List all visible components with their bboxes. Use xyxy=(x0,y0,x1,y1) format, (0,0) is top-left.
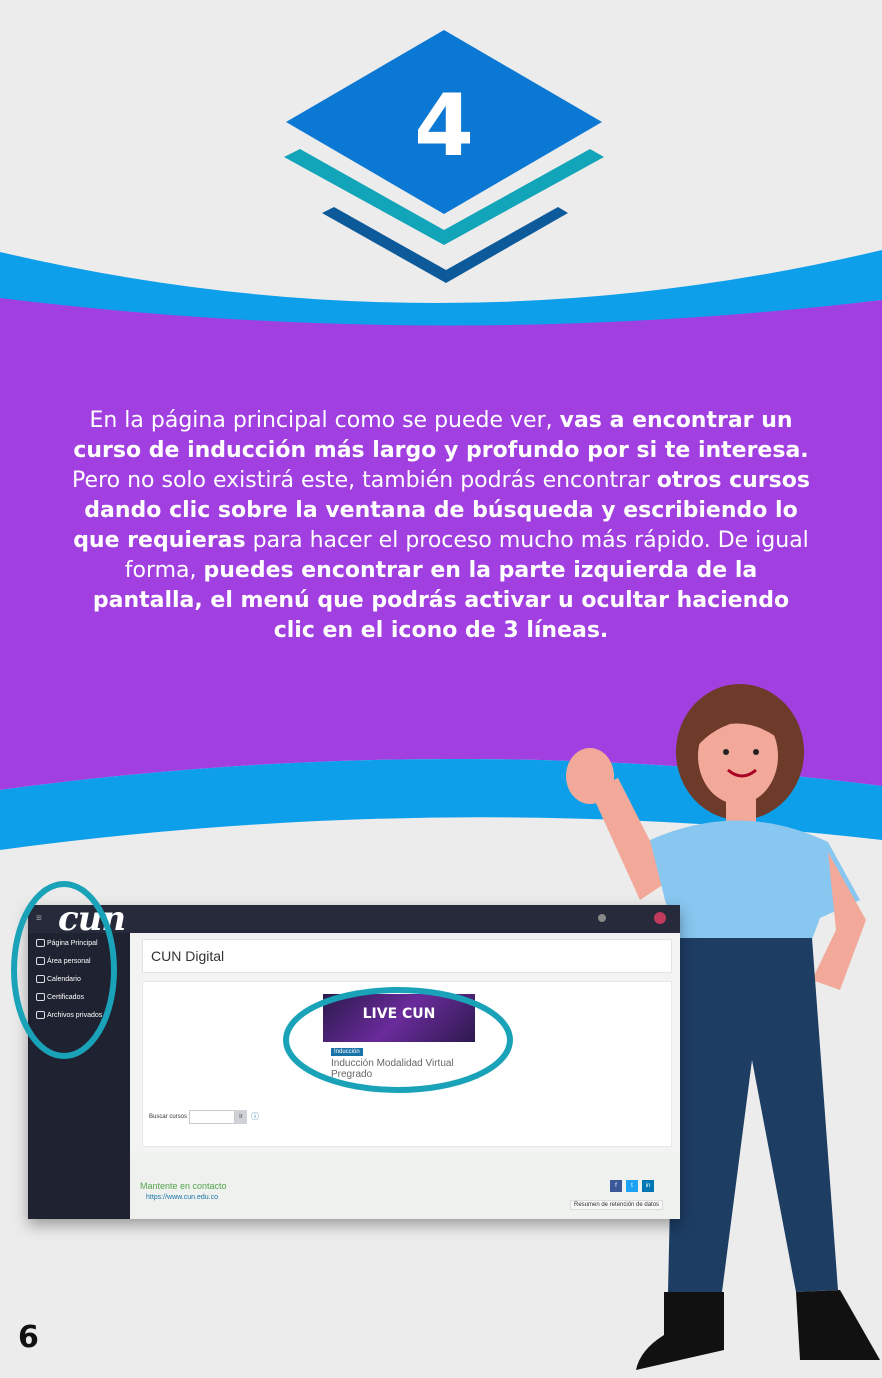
sidebar-item-files[interactable]: Archivos privados xyxy=(36,1011,102,1019)
course-banner-text: LIVE CUN xyxy=(362,1006,436,1022)
top-bar: ≡ cun xyxy=(28,905,680,939)
text-part: Pero no solo existirá este, también podr… xyxy=(72,468,657,493)
avatar[interactable] xyxy=(654,912,666,924)
course-link[interactable]: Inducción Modalidad Virtual Pregrado xyxy=(331,1058,471,1080)
sidebar-item-label: Área personal xyxy=(47,957,91,965)
sidebar-item-personal[interactable]: Área personal xyxy=(36,957,91,965)
sidebar-item-calendar[interactable]: Calendario xyxy=(36,975,81,983)
text-part: En la página principal como se puede ver… xyxy=(89,408,560,433)
course-category-badge: Inducción xyxy=(331,1048,363,1056)
calendar-icon xyxy=(36,975,45,983)
search-label: Buscar cursos xyxy=(149,1114,188,1120)
sidebar: Página Principal Área personal Calendari… xyxy=(28,933,130,1219)
contact-url[interactable]: https://www.cun.edu.co xyxy=(146,1194,218,1201)
course-panel: LIVE CUN Inducción Inducción Modalidad V… xyxy=(142,981,672,1147)
sidebar-item-certificates[interactable]: Certificados xyxy=(36,993,84,1001)
search-input[interactable] xyxy=(189,1110,235,1124)
contact-title: Mantente en contacto xyxy=(140,1181,227,1191)
sidebar-item-label: Página Principal xyxy=(47,939,98,947)
footer: Mantente en contacto https://www.cun.edu… xyxy=(130,1153,680,1219)
sidebar-item-label: Archivos privados xyxy=(47,1011,103,1019)
linkedin-icon[interactable]: in xyxy=(642,1180,654,1192)
hamburger-menu-icon[interactable]: ≡ xyxy=(36,913,42,924)
step-number: 4 xyxy=(414,76,474,176)
course-banner[interactable]: LIVE CUN xyxy=(323,994,475,1042)
sidebar-item-home[interactable]: Página Principal xyxy=(36,939,98,947)
platform-screenshot: ≡ cun Página Principal Área personal Cal… xyxy=(28,905,680,1219)
search-button[interactable]: Ir xyxy=(235,1110,247,1124)
retention-link[interactable]: Resumen de retención de datos xyxy=(570,1200,664,1210)
facebook-icon[interactable]: f xyxy=(610,1180,622,1192)
help-icon[interactable]: ⓘ xyxy=(251,1111,259,1122)
main-content: CUN Digital LIVE CUN Inducción Inducción… xyxy=(130,933,680,1219)
file-icon xyxy=(36,1011,45,1019)
notification-icon[interactable] xyxy=(598,914,606,922)
instruction-paragraph: En la página principal como se puede ver… xyxy=(70,406,812,646)
page-title: CUN Digital xyxy=(151,948,225,964)
dashboard-icon xyxy=(36,957,45,965)
page-header: CUN Digital xyxy=(142,939,672,973)
sidebar-item-label: Certificados xyxy=(47,993,84,1001)
page-number: 6 xyxy=(18,1320,39,1355)
certificate-icon xyxy=(36,993,45,1001)
twitter-icon[interactable]: t xyxy=(626,1180,638,1192)
home-icon xyxy=(36,939,45,947)
sidebar-item-label: Calendario xyxy=(47,975,81,983)
